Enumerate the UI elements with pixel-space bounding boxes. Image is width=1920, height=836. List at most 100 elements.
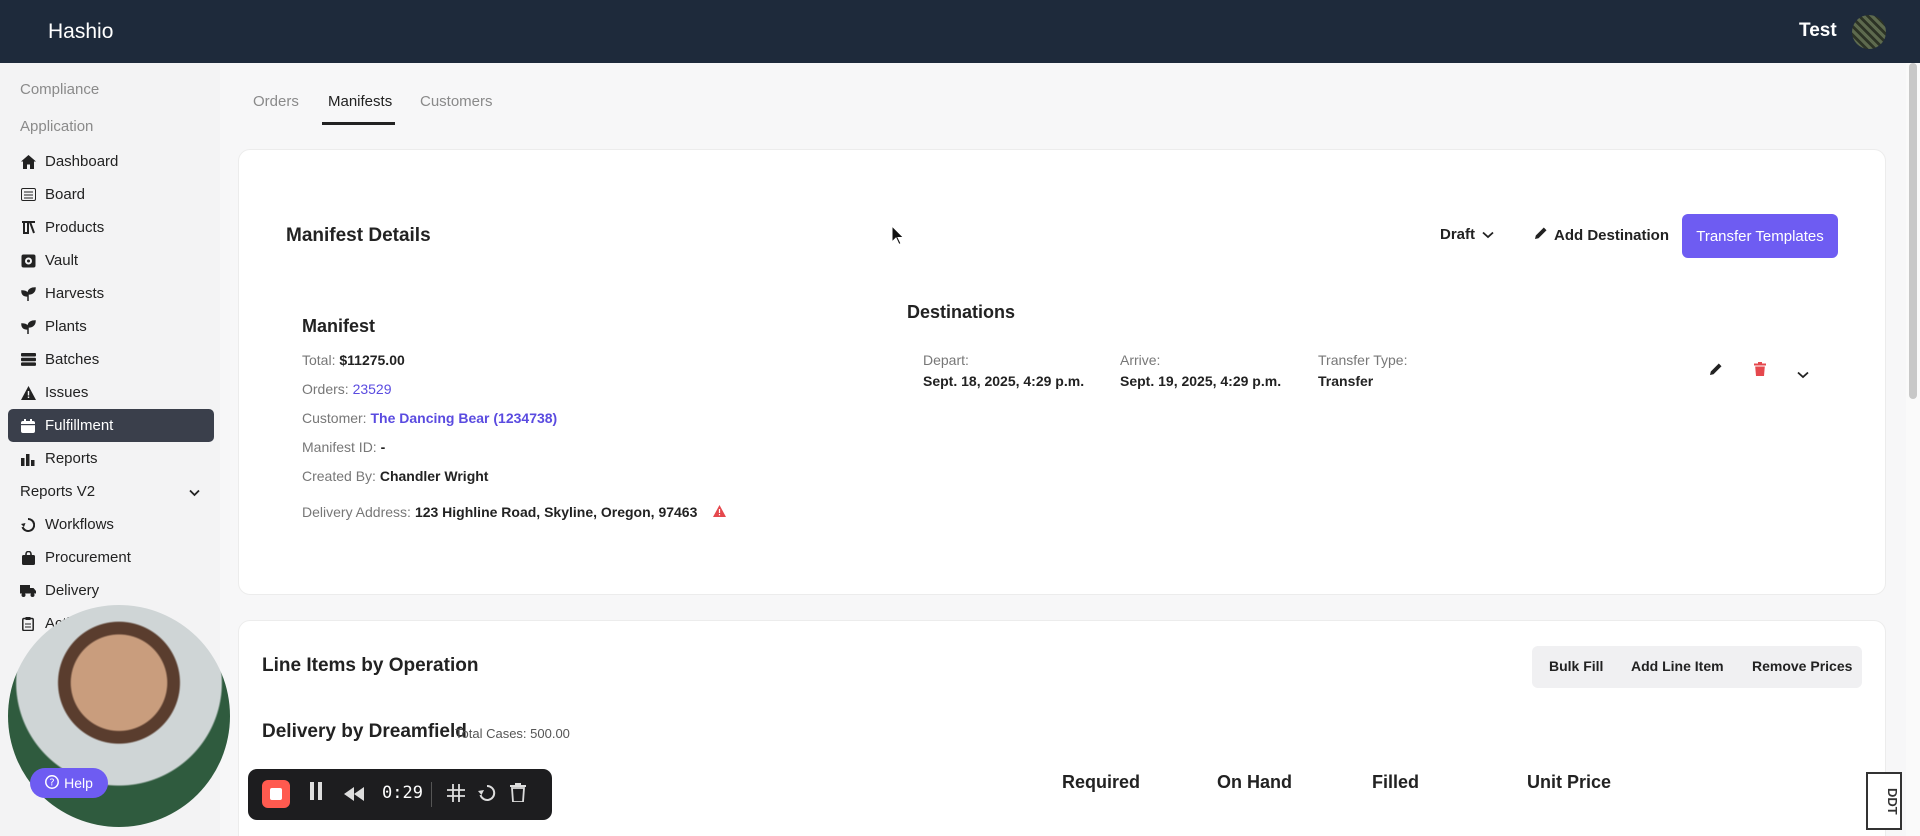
- sidebar-item-board[interactable]: Board: [8, 178, 214, 211]
- sidebar-item-issues[interactable]: Issues: [8, 376, 214, 409]
- sidebar-item-label: Workflows: [45, 516, 114, 533]
- sidebar-item-batches[interactable]: Batches: [8, 343, 214, 376]
- toolbar-divider: [431, 782, 432, 807]
- sidebar-item-label: Procurement: [45, 549, 131, 566]
- board-icon: [20, 187, 36, 203]
- sidebar-section-application[interactable]: Application: [20, 118, 93, 135]
- column-required: Required: [1062, 772, 1141, 792]
- pencil-icon: [1534, 226, 1548, 244]
- trash-icon[interactable]: [510, 783, 526, 807]
- tab-customers[interactable]: Customers: [420, 93, 493, 110]
- remove-prices-button[interactable]: Remove Prices: [1752, 658, 1852, 674]
- manifest-created-by: Created By: Chandler Wright: [302, 468, 489, 484]
- chevron-down-icon[interactable]: [189, 484, 200, 501]
- status-dropdown-label: Draft: [1440, 226, 1476, 243]
- arrive-value: Sept. 19, 2025, 4:29 p.m.: [1120, 373, 1282, 389]
- add-line-item-button[interactable]: Add Line Item: [1631, 658, 1724, 674]
- line-item-actions: Bulk Fill Add Line Item Remove Prices: [1532, 646, 1862, 688]
- sidebar-item-products[interactable]: Products: [8, 211, 214, 244]
- order-link[interactable]: 23529: [353, 381, 392, 397]
- tab-manifests[interactable]: Manifests: [328, 93, 392, 110]
- sidebar-item-reports[interactable]: Reports: [8, 442, 214, 475]
- sidebar-item-label: Dashboard: [45, 153, 119, 170]
- manifest-delivery-address: Delivery Address: 123 Highline Road, Sky…: [302, 504, 727, 520]
- sidebar-item-procurement[interactable]: Procurement: [8, 541, 214, 574]
- manifest-customer: Customer: The Dancing Bear (1234738): [302, 410, 558, 426]
- depart-value: Sept. 18, 2025, 4:29 p.m.: [923, 373, 1085, 389]
- total-cases: Total Cases: 500.00: [455, 726, 570, 741]
- sidebar-item-dashboard[interactable]: Dashboard: [8, 145, 214, 178]
- status-dropdown[interactable]: Draft: [1440, 226, 1494, 243]
- delete-destination-trash-icon[interactable]: [1754, 362, 1766, 381]
- recording-timer: 0:29: [382, 783, 423, 803]
- brand-logo[interactable]: Hashio: [48, 20, 113, 44]
- help-label: Help: [64, 775, 93, 791]
- sidebar-item-plants[interactable]: Plants: [8, 310, 214, 343]
- manifest-orders: Orders: 23529: [302, 381, 392, 397]
- sidebar-item-label: Delivery: [45, 582, 100, 599]
- restart-icon[interactable]: [478, 784, 496, 807]
- operation-title: Delivery by Dreamfield: [262, 721, 467, 742]
- svg-text:?: ?: [49, 777, 54, 788]
- recycle-icon: [20, 517, 36, 533]
- line-items-title: Line Items by Operation: [262, 655, 479, 676]
- mouse-cursor-icon: [891, 224, 905, 250]
- add-destination-label: Add Destination: [1554, 226, 1669, 244]
- customer-link[interactable]: The Dancing Bear (1234738): [370, 410, 557, 426]
- column-on-hand: On Hand: [1217, 772, 1292, 792]
- help-button[interactable]: ? Help: [30, 768, 108, 798]
- transfer-templates-button[interactable]: Transfer Templates: [1682, 214, 1838, 258]
- flask-icon: [20, 220, 36, 236]
- sidebar-item-label: Products: [45, 219, 105, 236]
- home-icon: [20, 154, 36, 170]
- sidebar-item-label: Fulfillment: [45, 417, 114, 434]
- edit-destination-pencil-icon[interactable]: [1709, 362, 1723, 381]
- sidebar-item-label: Reports V2: [20, 483, 96, 500]
- grid-icon[interactable]: [447, 784, 465, 807]
- pause-icon[interactable]: [310, 782, 322, 805]
- tab-orders[interactable]: Orders: [253, 93, 299, 110]
- active-tab-indicator: [322, 122, 395, 125]
- add-destination-button[interactable]: Add Destination: [1534, 226, 1669, 244]
- question-icon: ?: [45, 774, 60, 792]
- sidebar-item-fulfillment[interactable]: Fulfillment: [8, 409, 214, 442]
- manifest-heading: Manifest: [302, 316, 376, 336]
- column-unit-price: Unit Price: [1527, 772, 1612, 792]
- sidebar-item-workflows[interactable]: Workflows: [8, 508, 214, 541]
- scrollbar-thumb[interactable]: [1909, 63, 1917, 399]
- sidebar-item-label: Issues: [45, 384, 89, 401]
- sidebar-item-harvests[interactable]: Harvests: [8, 277, 214, 310]
- clipboard-icon: [20, 616, 36, 632]
- vault-icon: [20, 253, 36, 269]
- warning-icon[interactable]: [713, 504, 727, 520]
- depart-label: Depart:: [923, 352, 969, 368]
- transfer-type-value: Transfer: [1318, 373, 1374, 389]
- sidebar-section-compliance[interactable]: Compliance: [20, 81, 99, 98]
- manifest-total: Total: $11275.00: [302, 352, 405, 368]
- avatar[interactable]: [1852, 15, 1886, 49]
- expand-destination-chevron-icon[interactable]: [1797, 366, 1809, 384]
- bulk-fill-button[interactable]: Bulk Fill: [1549, 658, 1603, 674]
- sidebar-item-label: Plants: [45, 318, 87, 335]
- sidebar-item-reports-v2[interactable]: Reports V2: [8, 475, 214, 508]
- column-filled: Filled: [1372, 772, 1420, 792]
- warning-icon: [20, 385, 36, 401]
- top-bar: Hashio Test: [0, 0, 1920, 63]
- rewind-icon[interactable]: [344, 785, 364, 806]
- sidebar-item-label: Harvests: [45, 285, 105, 302]
- sidebar-item-vault[interactable]: Vault: [8, 244, 214, 277]
- sidebar-item-label: Vault: [45, 252, 79, 269]
- truck-icon: [20, 583, 36, 599]
- user-name[interactable]: Test: [1799, 20, 1837, 42]
- sidebar-item-label: Batches: [45, 351, 100, 368]
- arrive-label: Arrive:: [1120, 352, 1161, 368]
- manifest-id: Manifest ID: -: [302, 439, 386, 455]
- sidebar-item-delivery[interactable]: Delivery: [8, 574, 214, 607]
- manifest-details-title: Manifest Details: [286, 225, 431, 246]
- transfer-type-label: Transfer Type:: [1318, 352, 1408, 368]
- bar-chart-icon: [20, 451, 36, 467]
- sidebar-item-label: Board: [45, 186, 86, 203]
- stop-recording-button[interactable]: [262, 780, 290, 808]
- calendar-icon: [20, 418, 36, 434]
- batches-icon: [20, 352, 36, 368]
